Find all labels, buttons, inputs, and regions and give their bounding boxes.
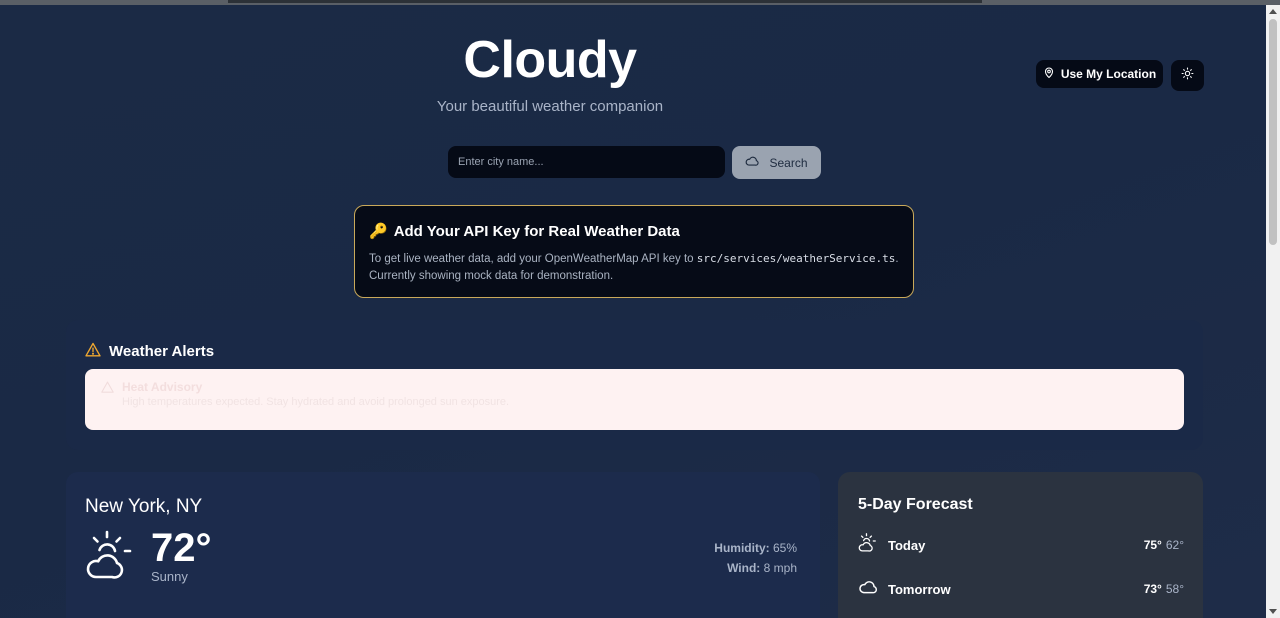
forecast-temps: 75° 62° — [1144, 538, 1184, 552]
theme-toggle-button[interactable] — [1171, 60, 1204, 91]
forecast-low: 62° — [1165, 538, 1184, 552]
use-my-location-button[interactable]: Use My Location — [1036, 60, 1163, 88]
use-my-location-label: Use My Location — [1060, 67, 1157, 81]
api-notice-text-before: To get live weather data, add your OpenW… — [369, 253, 697, 265]
alert-content: Heat Advisory High temperatures expected… — [122, 380, 509, 408]
forecast-row-tomorrow[interactable]: Tomorrow 73° 58° — [858, 579, 1184, 599]
page-scrollbar[interactable] — [1266, 5, 1280, 618]
app-title: Cloudy — [463, 31, 637, 89]
forecast-title: 5-Day Forecast — [858, 496, 973, 513]
forecast-high: 75° — [1143, 538, 1162, 552]
five-day-forecast-card: 5-Day Forecast Today 75° 62° Tomorrow 73°… — [838, 472, 1203, 618]
alert-item[interactable]: Heat Advisory High temperatures expected… — [85, 369, 1184, 430]
wind-label: Wind: — [727, 561, 761, 575]
wind-value: 8 mph — [763, 561, 797, 575]
humidity-value: 65% — [772, 541, 797, 555]
forecast-day: Today — [888, 537, 926, 553]
city-search-input[interactable] — [448, 146, 725, 178]
warning-icon — [85, 342, 101, 361]
forecast-row-today[interactable]: Today 75° 62° — [858, 533, 1184, 557]
weather-stats: Humidity: 65% Wind: 8 mph — [714, 538, 797, 578]
wind-row: Wind: 8 mph — [714, 558, 797, 578]
api-notice-text: To get live weather data, add your OpenW… — [369, 250, 899, 285]
humidity-label: Humidity: — [714, 541, 770, 555]
scroll-down-arrow-icon[interactable] — [1269, 609, 1277, 614]
sun-icon — [1181, 67, 1194, 85]
partly-cloudy-icon — [85, 530, 137, 585]
alert-title: Heat Advisory — [122, 380, 203, 394]
api-notice-code-path: src/services/weatherService.ts — [696, 252, 896, 265]
scroll-up-arrow-icon[interactable] — [1269, 9, 1277, 14]
forecast-temps: 73° 58° — [1144, 582, 1184, 596]
alert-row: Heat Advisory High temperatures expected… — [101, 380, 1168, 408]
weather-alerts-card: Weather Alerts Heat Advisory High temper… — [66, 320, 1203, 450]
alert-description: High temperatures expected. Stay hydrate… — [122, 396, 510, 408]
api-key-notice: 🔑 Add Your API Key for Real Weather Data… — [354, 205, 914, 298]
map-pin-icon — [1043, 66, 1055, 82]
api-notice-text-after: . — [895, 253, 899, 265]
current-condition: Sunny — [151, 569, 188, 584]
api-notice-title: Add Your API Key for Real Weather Data — [393, 222, 680, 240]
search-button-label: Search — [769, 155, 808, 170]
weather-alerts-header: Weather Alerts — [85, 342, 214, 361]
api-notice-text-line2: Currently showing mock data for demonstr… — [369, 270, 614, 282]
alert-warning-icon — [101, 380, 114, 398]
search-button[interactable]: Search — [732, 146, 821, 179]
forecast-low: 58° — [1165, 582, 1184, 596]
city-name: New York, NY — [85, 496, 203, 517]
browser-top-bar-inner — [228, 0, 982, 3]
key-icon: 🔑 — [369, 223, 388, 240]
scroll-thumb[interactable] — [1269, 19, 1277, 245]
browser-top-bar — [0, 0, 1280, 5]
current-temperature: 72° — [151, 526, 212, 570]
humidity-row: Humidity: 65% — [714, 538, 797, 558]
cloud-icon — [858, 579, 878, 600]
partly-cloudy-icon — [858, 533, 878, 557]
forecast-day: Tomorrow — [888, 581, 951, 597]
app-subtitle: Your beautiful weather companion — [436, 98, 664, 115]
cloud-icon — [745, 155, 760, 170]
api-notice-title-row: 🔑 Add Your API Key for Real Weather Data — [369, 222, 899, 241]
forecast-high: 73° — [1143, 582, 1162, 596]
current-weather-card: New York, NY 72° Sunny Humidity: 65% Win… — [66, 472, 820, 618]
weather-alerts-title: Weather Alerts — [109, 343, 215, 360]
